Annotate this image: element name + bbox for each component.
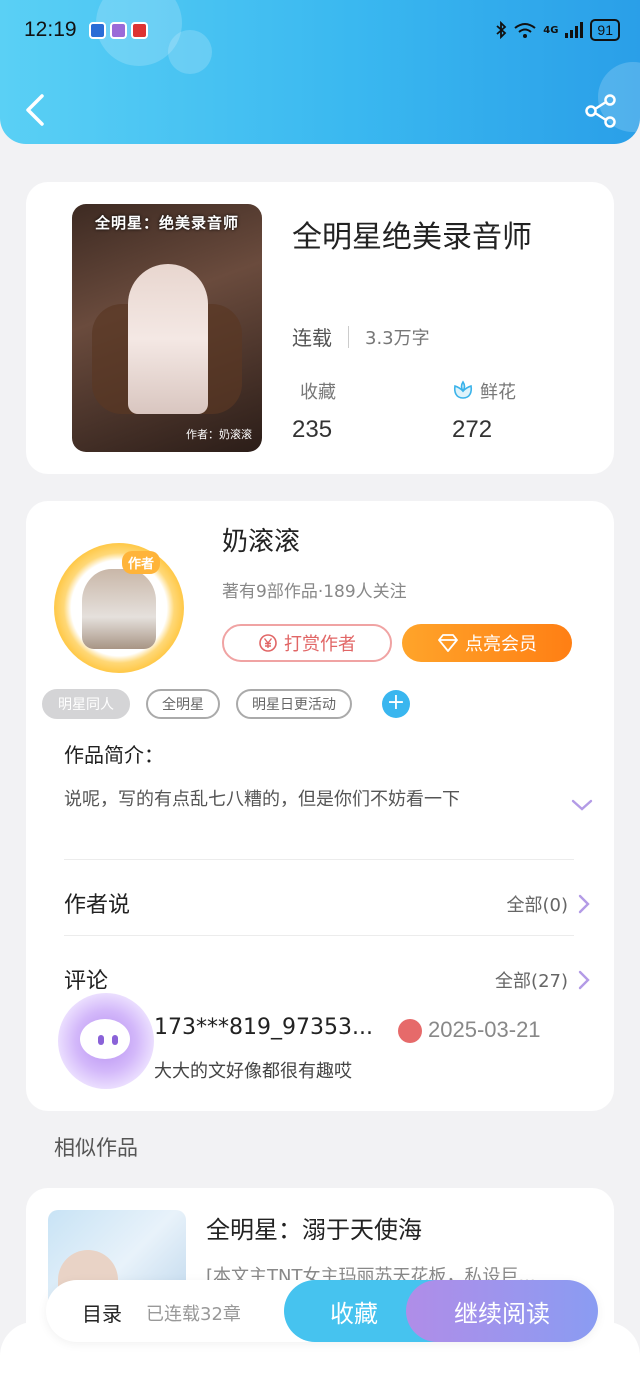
comment-date: 2025-03-21	[428, 1017, 541, 1042]
network-type: 4G	[543, 24, 559, 36]
header: 12:19 4G 91	[0, 0, 640, 144]
author-says-all-link[interactable]: 全部(0)	[507, 891, 591, 917]
bluetooth-icon	[496, 21, 507, 39]
book-status: 连载	[292, 326, 332, 350]
divider	[64, 859, 574, 860]
tag-chip[interactable]: 全明星	[146, 689, 220, 719]
status-bar: 12:19 4G 91	[24, 16, 620, 44]
tip-author-label: 打赏作者	[284, 634, 356, 655]
status-time: 12:19	[24, 18, 77, 41]
cover-figure	[128, 264, 208, 414]
flower-icon	[453, 380, 473, 399]
signal-icon	[565, 22, 584, 38]
continue-reading-button[interactable]: 继续阅读	[406, 1280, 598, 1342]
share-icon[interactable]	[584, 94, 618, 128]
cover-title: 全明星：绝美录音师	[94, 214, 239, 232]
similar-section-title: 相似作品	[54, 1136, 138, 1160]
comments-label: 评论	[64, 969, 109, 994]
divider	[348, 325, 349, 348]
comment-text: 大大的文好像都很有趣哎	[154, 1061, 352, 1082]
tip-author-button[interactable]: 打赏作者	[222, 624, 392, 662]
reader-notification-icon	[130, 21, 148, 39]
tag-chip[interactable]: 明星日更活动	[236, 689, 352, 719]
bottom-action-bar: 目录 已连载32章 收藏 继续阅读	[46, 1280, 598, 1342]
author-says-label: 作者说	[64, 893, 131, 918]
avatar-photo	[82, 569, 156, 649]
music-notification-icon	[109, 21, 127, 39]
author-avatar[interactable]: 作者	[54, 543, 184, 673]
author-name[interactable]: 奶滚滚	[222, 521, 300, 558]
toc-button[interactable]: 目录	[82, 1298, 122, 1327]
intro-label: 作品简介：	[64, 743, 164, 767]
author-says-count: 全部(0)	[506, 895, 569, 916]
flowers-label: 鲜花	[480, 382, 516, 403]
battery-indicator: 91	[590, 19, 620, 41]
book-info-card: 全明星：绝美录音师 作者：奶滚滚 全明星绝美录音师 连载 3.3万字 收藏 23…	[26, 182, 614, 474]
system-icons: 4G 91	[495, 19, 620, 41]
vip-badge-icon	[398, 1019, 422, 1043]
favorites-count: 235	[292, 416, 333, 443]
chapter-count: 已连载32章	[146, 1304, 241, 1325]
commenter-name: 173***819_97353...	[154, 1015, 373, 1040]
chevron-right-icon	[578, 894, 590, 914]
diamond-icon	[438, 634, 458, 652]
vip-label: 点亮会员	[465, 634, 537, 655]
notification-icons	[88, 21, 148, 39]
tag-chip[interactable]: 明星同人	[42, 689, 130, 719]
tag-list: 明星同人 全明星 明星日更活动 +	[42, 689, 410, 719]
flowers-stat[interactable]: 鲜花 272	[452, 378, 516, 444]
add-tag-icon[interactable]: +	[382, 690, 410, 718]
divider	[64, 935, 574, 936]
similar-book-title: 全明星：溺于天使海	[206, 1216, 422, 1244]
chevron-left-icon[interactable]	[22, 92, 50, 128]
comments-count: 全部(27)	[495, 971, 568, 992]
yen-coin-icon	[259, 634, 277, 652]
book-status-row: 连载 3.3万字	[292, 322, 430, 351]
cover-byline: 作者：奶滚滚	[186, 428, 252, 441]
author-tag: 作者	[122, 551, 161, 574]
chat-bubble-icon	[80, 1019, 130, 1059]
wifi-icon	[514, 23, 536, 38]
chevron-right-icon	[578, 970, 590, 990]
author-meta: 著有9部作品·189人关注	[222, 582, 407, 602]
author-card: 作者 奶滚滚 著有9部作品·189人关注 打赏作者 点亮会员 明星同人 全明星 …	[26, 501, 614, 1111]
favorites-label: 收藏	[300, 382, 336, 403]
chevron-down-icon[interactable]	[570, 797, 594, 813]
favorites-stat: 收藏 235	[292, 378, 336, 444]
word-count: 3.3万字	[365, 327, 430, 349]
book-cover[interactable]: 全明星：绝美录音师 作者：奶滚滚	[72, 204, 262, 452]
intro-text: 说呢，写的有点乱七八糟的，但是你们不妨看一下	[64, 789, 460, 810]
book-title: 全明星绝美录音师	[292, 220, 532, 255]
comments-all-link[interactable]: 全部(27)	[495, 967, 590, 993]
commenter-avatar[interactable]	[58, 993, 154, 1089]
app-notification-icon	[88, 21, 106, 39]
flowers-count: 272	[452, 416, 493, 443]
vip-button[interactable]: 点亮会员	[402, 624, 572, 662]
